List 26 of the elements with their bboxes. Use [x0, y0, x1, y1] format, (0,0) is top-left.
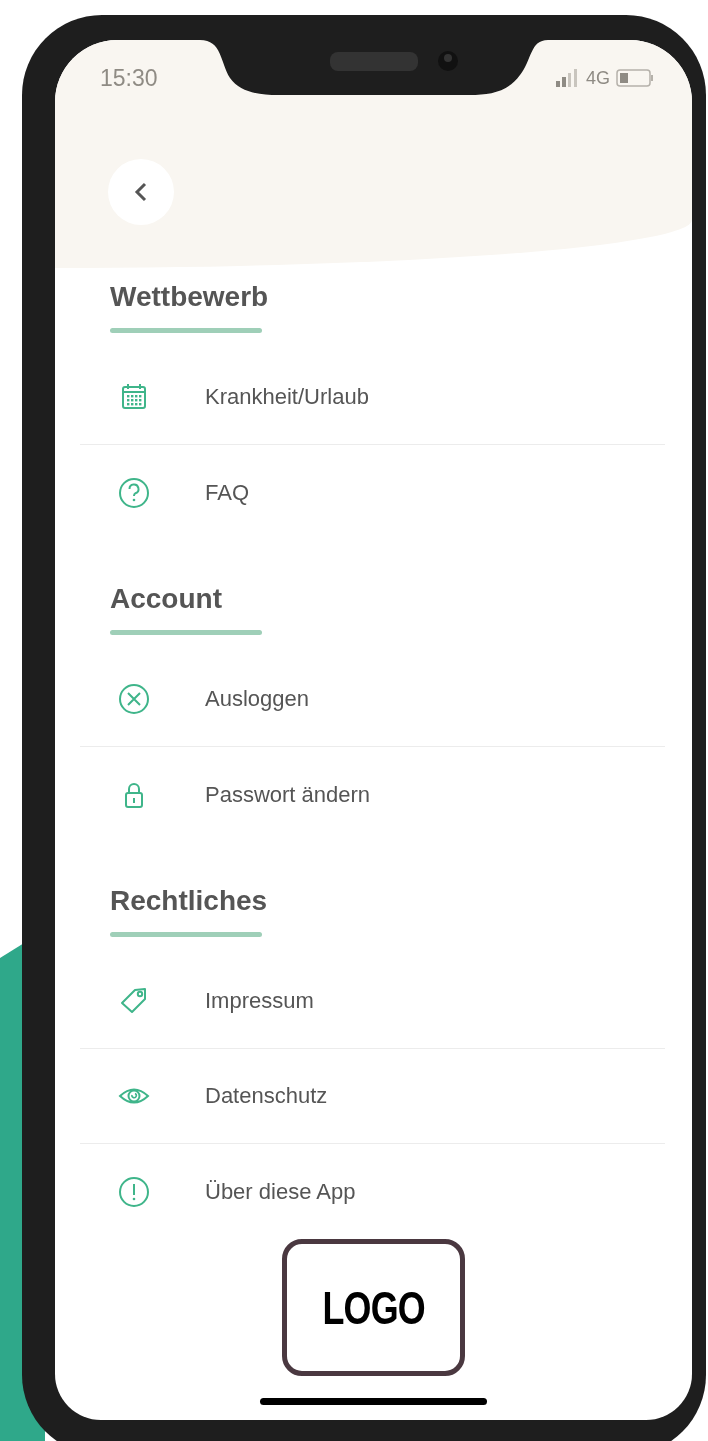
close-icon [117, 682, 151, 716]
signal-icon [556, 69, 578, 87]
menu-item[interactable]: Krankheit/Urlaub [80, 350, 665, 445]
menu-item[interactable]: Impressum [80, 954, 665, 1049]
section-heading: Account [110, 582, 223, 616]
menu-item-label: Über diese App [205, 1178, 356, 1205]
alert-icon [117, 1174, 151, 1209]
help-icon [117, 475, 151, 510]
battery-icon [616, 69, 654, 87]
network-label: 4G [586, 67, 610, 89]
logo-text: LOGO [322, 1280, 425, 1335]
menu-item-label: Datenschutz [205, 1083, 328, 1109]
menu-item[interactable]: Passwort ändern [80, 747, 665, 842]
chevron-left-icon [134, 181, 148, 203]
menu-item-label: Krankheit/Urlaub [205, 384, 369, 410]
menu-item-label: Impressum [205, 988, 314, 1014]
menu-item[interactable]: Datenschutz [80, 1049, 665, 1144]
menu-item[interactable]: Ausloggen [80, 652, 665, 747]
menu-item-label: Ausloggen [205, 686, 309, 712]
menu-item[interactable]: FAQ [80, 445, 665, 540]
section-heading: Wettbewerb [110, 280, 270, 314]
menu-item-label: Passwort ändern [205, 781, 371, 808]
status-time: 15:30 [100, 64, 158, 92]
menu-item[interactable]: Über diese App [80, 1144, 665, 1239]
section-heading: Rechtliches [110, 884, 269, 918]
menu-item-label: FAQ [205, 479, 249, 506]
